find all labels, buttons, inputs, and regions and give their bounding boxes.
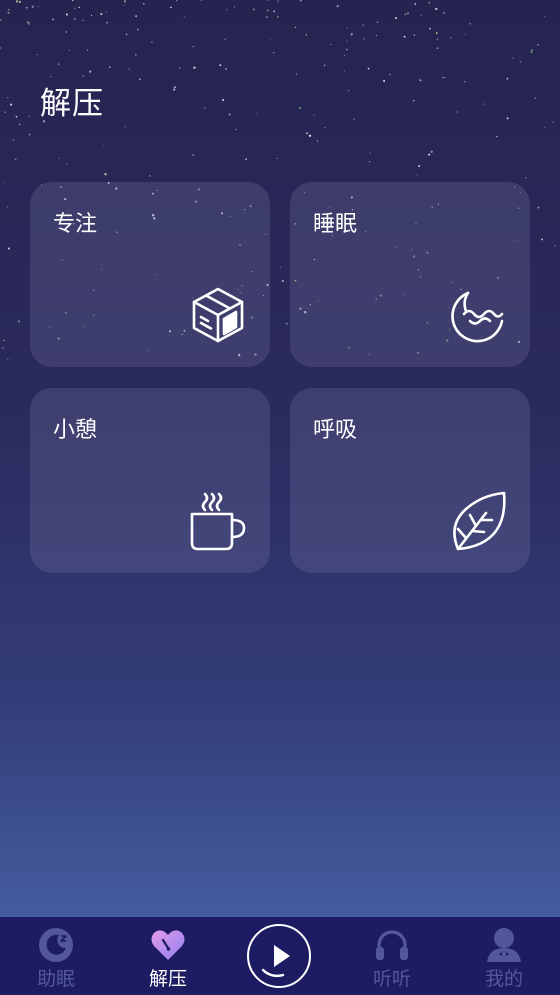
card-breathe[interactable]: 呼吸 bbox=[290, 388, 530, 573]
leaf-icon bbox=[446, 489, 510, 553]
sleep-moon-icon bbox=[38, 927, 74, 963]
tab-label: 助眠 bbox=[36, 968, 75, 990]
play-button[interactable] bbox=[247, 924, 311, 988]
card-label: 呼吸 bbox=[313, 418, 358, 443]
moon-icon bbox=[446, 283, 510, 347]
relax-category-grid: 专注 睡眠 小憩 呼吸 bbox=[30, 182, 530, 573]
user-icon bbox=[486, 927, 522, 963]
tab-listen[interactable]: 听听 bbox=[336, 917, 448, 995]
card-label: 小憩 bbox=[53, 418, 98, 443]
play-icon bbox=[249, 926, 309, 986]
card-label: 专注 bbox=[53, 212, 98, 237]
heart-icon bbox=[150, 927, 186, 963]
card-sleep[interactable]: 睡眠 bbox=[290, 182, 530, 367]
tab-label: 我的 bbox=[484, 968, 523, 990]
coffee-cup-icon bbox=[186, 489, 250, 553]
tab-label: 解压 bbox=[148, 968, 187, 990]
card-nap[interactable]: 小憩 bbox=[30, 388, 270, 573]
tab-label: 听听 bbox=[372, 968, 411, 990]
page-title: 解压 bbox=[40, 86, 104, 122]
card-focus[interactable]: 专注 bbox=[30, 182, 270, 367]
cube-icon bbox=[186, 283, 250, 347]
card-label: 睡眠 bbox=[313, 212, 358, 237]
headphones-icon bbox=[374, 927, 410, 963]
tab-relax[interactable]: 解压 bbox=[112, 917, 224, 995]
tab-profile[interactable]: 我的 bbox=[448, 917, 560, 995]
tab-sleep-aid[interactable]: 助眠 bbox=[0, 917, 112, 995]
